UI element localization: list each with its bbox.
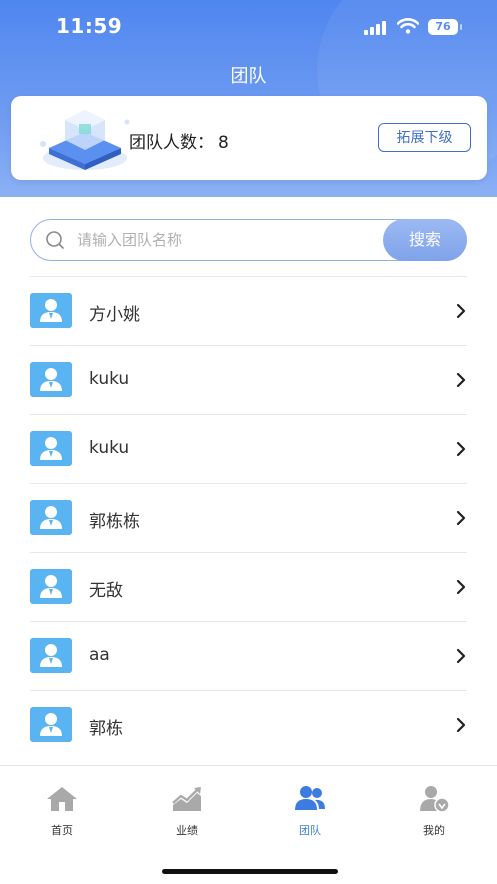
member-row[interactable]: kuku [30, 414, 467, 483]
wifi-icon [397, 18, 419, 34]
member-row[interactable]: 方小姚 [30, 276, 467, 345]
home-icon [47, 787, 77, 811]
tab-team[interactable]: 团队 [270, 784, 350, 838]
member-row[interactable]: 郭栋 [30, 690, 467, 759]
member-avatar-icon [30, 362, 72, 397]
chevron-right-icon [456, 510, 466, 526]
team-count: 团队人数： 8 [129, 128, 229, 153]
tab-bar: 首页 业绩 团队 我的 [0, 765, 497, 884]
tab-profile-label: 我的 [423, 824, 445, 837]
chevron-right-icon [456, 441, 466, 457]
member-avatar-icon [30, 293, 72, 328]
member-name: kuku [89, 438, 130, 458]
tab-performance-label: 业绩 [176, 824, 198, 837]
member-row[interactable]: 无敌 [30, 552, 467, 621]
chevron-right-icon [456, 648, 466, 664]
member-avatar-icon [30, 638, 72, 673]
member-name: 郭栋栋 [89, 512, 140, 532]
search-bar: 搜索 [30, 219, 467, 261]
member-row[interactable]: aa [30, 621, 467, 690]
member-name: 郭栋 [89, 719, 123, 739]
member-row[interactable]: 郭栋栋 [30, 483, 467, 552]
performance-icon [172, 787, 201, 811]
search-input[interactable] [77, 229, 367, 251]
team-count-value: 8 [218, 133, 229, 153]
member-name: 无敌 [89, 581, 123, 601]
profile-icon [420, 786, 450, 813]
team-cube-illustration [40, 110, 130, 170]
member-row[interactable]: kuku [30, 345, 467, 414]
member-avatar-icon [30, 707, 72, 742]
member-name: aa [89, 645, 110, 665]
member-avatar-icon [30, 431, 72, 466]
chevron-right-icon [456, 579, 466, 595]
team-summary-card: 团队人数： 8 拓展下级 [11, 96, 487, 180]
chevron-right-icon [456, 372, 466, 388]
chevron-right-icon [456, 303, 466, 319]
member-list: 方小姚 kuku kuku 郭栋栋无敌 aa 郭栋 [30, 276, 467, 759]
page-title: 团队 [230, 66, 267, 87]
member-name: kuku [89, 369, 130, 389]
tab-profile[interactable]: 我的 [394, 784, 474, 838]
search-icon [46, 231, 64, 249]
member-avatar-icon [30, 569, 72, 604]
signal-icon [364, 21, 390, 35]
search-button[interactable]: 搜索 [383, 219, 467, 261]
status-time: 11:59 [56, 14, 123, 38]
home-indicator [162, 869, 338, 874]
tab-performance[interactable]: 业绩 [147, 784, 227, 838]
tab-home[interactable]: 首页 [22, 784, 102, 838]
battery-icon: 76 [428, 19, 462, 35]
expand-subordinate-button[interactable]: 拓展下级 [378, 123, 471, 152]
team-count-label: 团队人数： [129, 133, 214, 153]
chevron-right-icon [456, 717, 466, 733]
tab-team-label: 团队 [299, 824, 321, 837]
member-avatar-icon [30, 500, 72, 535]
tab-home-label: 首页 [51, 824, 73, 837]
status-bar: 11:59 76 [0, 0, 497, 54]
member-name: 方小姚 [89, 305, 140, 325]
team-icon [295, 786, 325, 810]
